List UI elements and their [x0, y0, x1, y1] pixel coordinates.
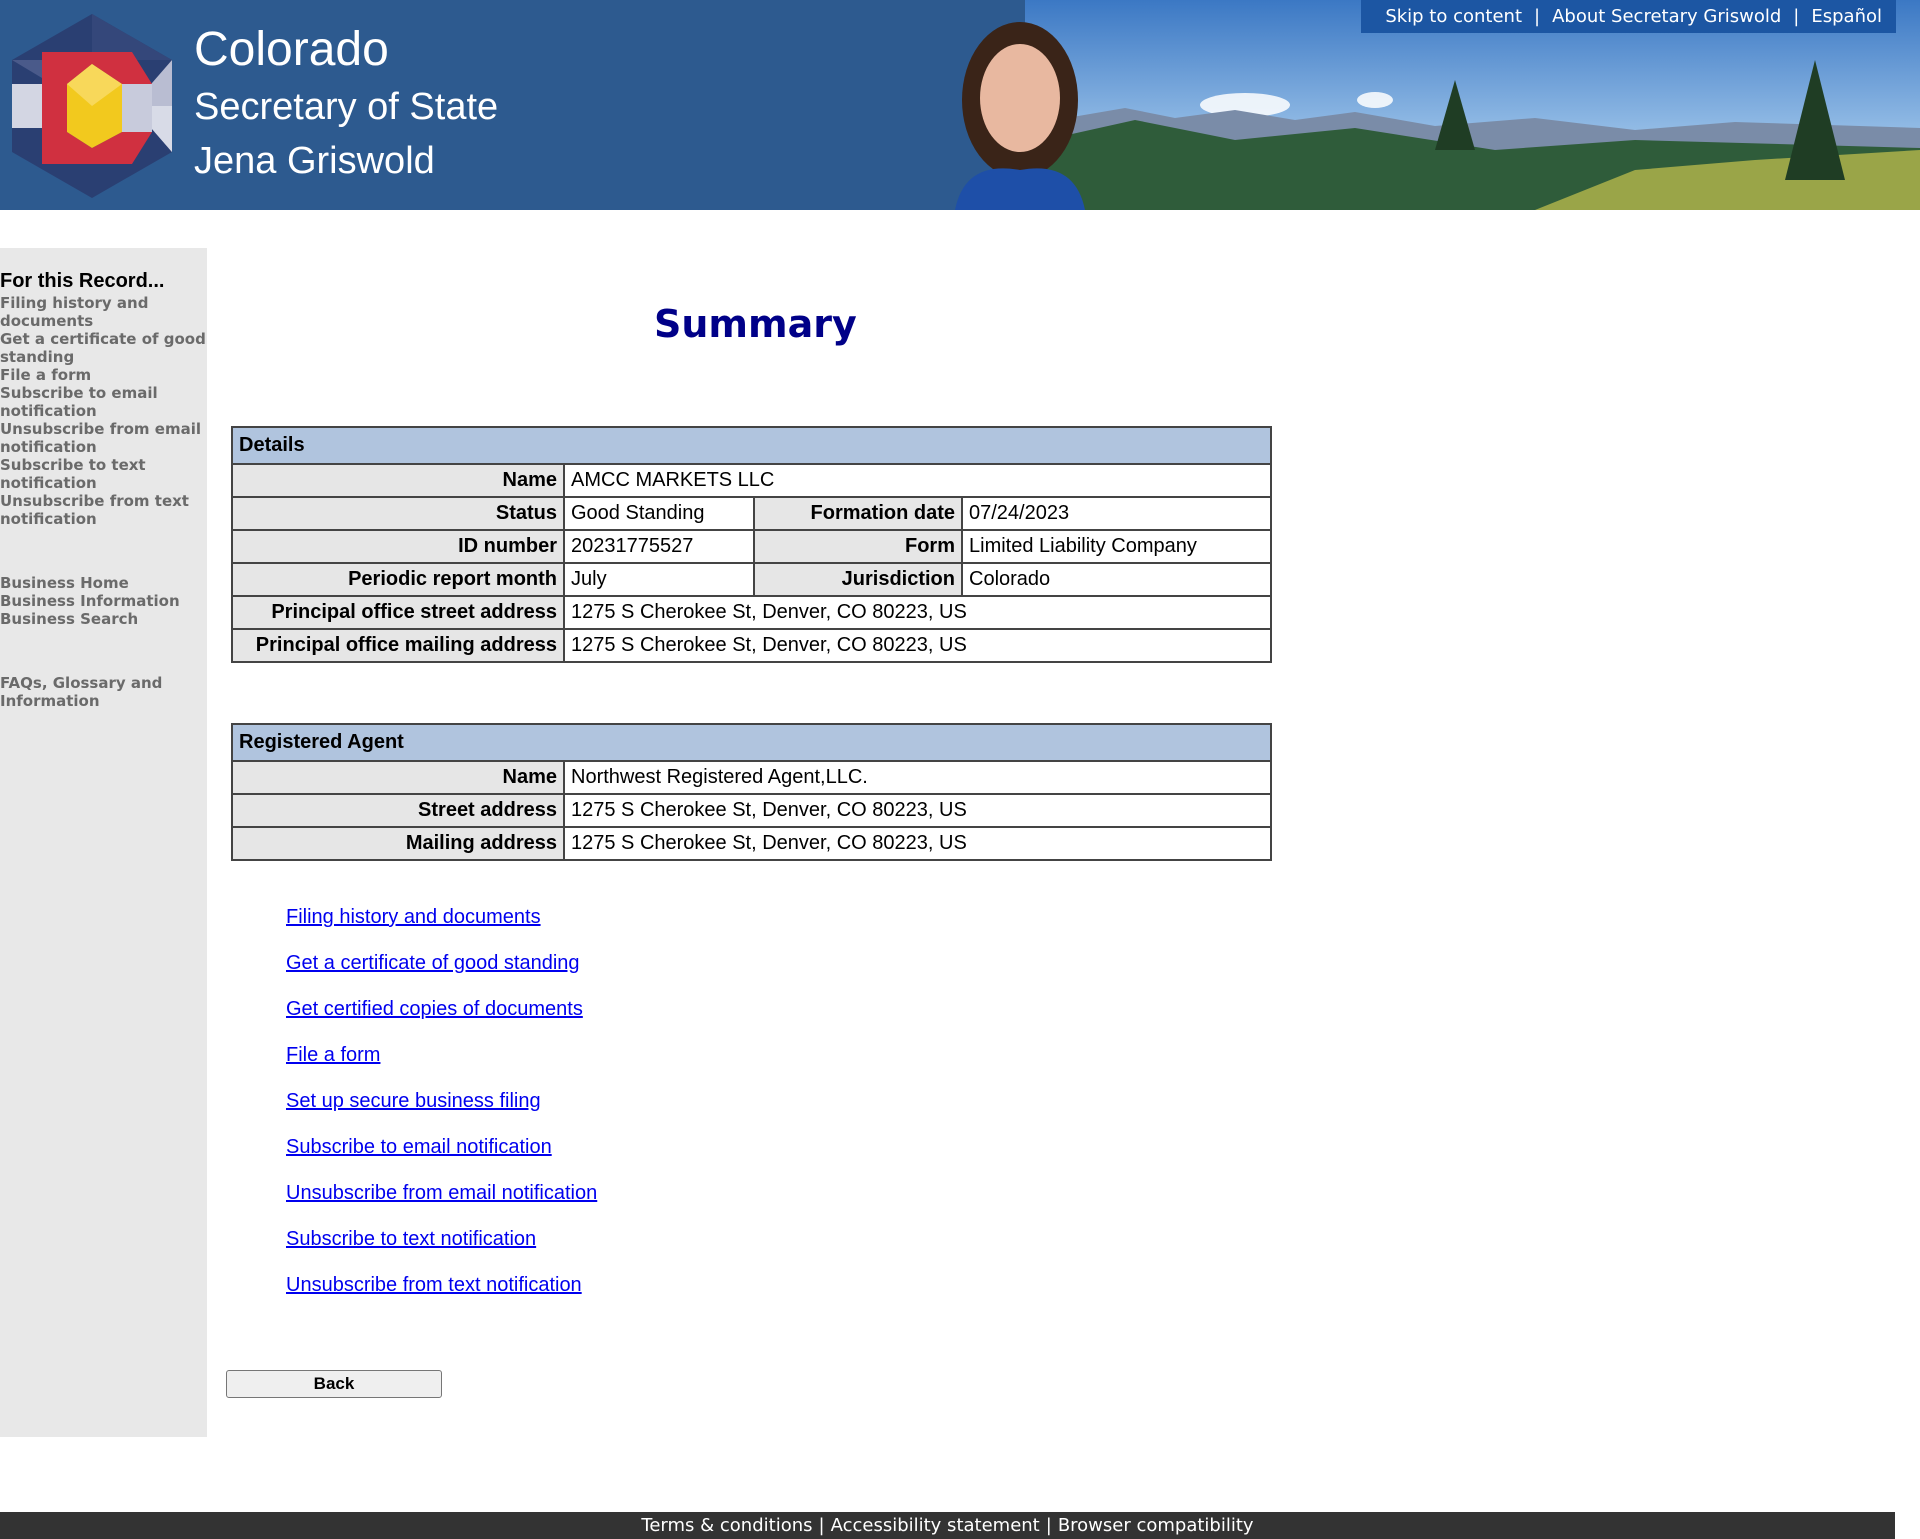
sidebar-item-unsubscribe-text[interactable]: Unsubscribe from text notification — [0, 492, 207, 528]
name-label: Name — [231, 463, 565, 498]
sidebar-item-subscribe-text[interactable]: Subscribe to text notification — [0, 456, 207, 492]
sidebar: For this Record... Filing history and do… — [0, 248, 207, 1437]
sidebar-item-business-information[interactable]: Business Information — [0, 592, 207, 610]
subscribe-text-link[interactable]: Subscribe to text notification — [286, 1227, 597, 1273]
registered-agent-heading: Registered Agent — [231, 723, 1272, 762]
table-row: Principal office street address 1275 S C… — [231, 595, 1272, 630]
separator: | — [1793, 6, 1800, 27]
table-row: Periodic report month July Jurisdiction … — [231, 562, 1272, 597]
periodic-report-month-label: Periodic report month — [231, 562, 565, 597]
table-row: Name AMCC MARKETS LLC — [231, 463, 1272, 498]
about-secretary-link[interactable]: About Secretary Griswold — [1552, 6, 1781, 27]
brand-secretary-name: Jena Griswold — [194, 140, 435, 182]
colorado-logo-icon — [12, 14, 172, 198]
agent-mailing-value: 1275 S Cherokee St, Denver, CO 80223, US — [563, 826, 1272, 861]
agent-mailing-label: Mailing address — [231, 826, 565, 861]
file-form-link[interactable]: File a form — [286, 1043, 597, 1089]
browser-compatibility-link[interactable]: Browser compatibility — [1058, 1515, 1254, 1536]
skip-to-content-link[interactable]: Skip to content — [1385, 6, 1522, 27]
agent-street-value: 1275 S Cherokee St, Denver, CO 80223, US — [563, 793, 1272, 828]
separator: | — [1534, 6, 1541, 27]
table-row: Mailing address 1275 S Cherokee St, Denv… — [231, 826, 1272, 861]
jurisdiction-label: Jurisdiction — [753, 562, 963, 597]
sidebar-record-links: Filing history and documents Get a certi… — [0, 294, 207, 528]
table-row: ID number 20231775527 Form Limited Liabi… — [231, 529, 1272, 564]
principal-street-label: Principal office street address — [231, 595, 565, 630]
record-actions-list: Filing history and documents Get a certi… — [286, 905, 597, 1319]
filing-history-link[interactable]: Filing history and documents — [286, 905, 597, 951]
espanol-link[interactable]: Español — [1811, 6, 1882, 27]
sidebar-item-certificate-good-standing[interactable]: Get a certificate of good standing — [0, 330, 207, 366]
table-row: Street address 1275 S Cherokee St, Denve… — [231, 793, 1272, 828]
periodic-report-month-value: July — [563, 562, 755, 597]
certificate-good-standing-link[interactable]: Get a certificate of good standing — [286, 951, 597, 997]
agent-name-value: Northwest Registered Agent,LLC. — [563, 760, 1272, 795]
separator: | — [1045, 1515, 1052, 1536]
subscribe-email-link[interactable]: Subscribe to email notification — [286, 1135, 597, 1181]
status-label: Status — [231, 496, 565, 531]
agent-street-label: Street address — [231, 793, 565, 828]
site-footer: Terms & conditions | Accessibility state… — [0, 1512, 1895, 1539]
sidebar-business-links: Business Home Business Information Busin… — [0, 574, 207, 628]
registered-agent-table: Registered Agent Name Northwest Register… — [231, 723, 1272, 861]
certified-copies-link[interactable]: Get certified copies of documents — [286, 997, 597, 1043]
principal-mailing-value: 1275 S Cherokee St, Denver, CO 80223, US — [563, 628, 1272, 663]
table-row: Name Northwest Registered Agent,LLC. — [231, 760, 1272, 795]
unsubscribe-text-link[interactable]: Unsubscribe from text notification — [286, 1273, 597, 1319]
principal-mailing-label: Principal office mailing address — [231, 628, 565, 663]
utility-nav: Skip to content | About Secretary Griswo… — [1361, 0, 1896, 33]
sidebar-info-links: FAQs, Glossary and Information — [0, 674, 207, 710]
table-row: Status Good Standing Formation date 07/2… — [231, 496, 1272, 531]
form-value: Limited Liability Company — [961, 529, 1272, 564]
form-label: Form — [753, 529, 963, 564]
sidebar-heading: For this Record... — [0, 270, 165, 292]
brand-secretary-of-state: Secretary of State — [194, 86, 499, 128]
details-table: Details Name AMCC MARKETS LLC Status Goo… — [231, 426, 1272, 663]
formation-date-value: 07/24/2023 — [961, 496, 1272, 531]
terms-link[interactable]: Terms & conditions — [641, 1515, 812, 1536]
formation-date-label: Formation date — [753, 496, 963, 531]
table-row: Principal office mailing address 1275 S … — [231, 628, 1272, 663]
sidebar-item-subscribe-email[interactable]: Subscribe to email notification — [0, 384, 207, 420]
sidebar-item-business-search[interactable]: Business Search — [0, 610, 207, 628]
sidebar-item-business-home[interactable]: Business Home — [0, 574, 207, 592]
details-heading: Details — [231, 426, 1272, 465]
back-button[interactable]: Back — [226, 1370, 442, 1398]
table-header-row: Details — [231, 426, 1272, 465]
agent-name-label: Name — [231, 760, 565, 795]
site-header: Colorado Secretary of State Jena Griswol… — [0, 0, 1920, 210]
sidebar-item-filing-history[interactable]: Filing history and documents — [0, 294, 207, 330]
sidebar-item-unsubscribe-email[interactable]: Unsubscribe from email notification — [0, 420, 207, 456]
entity-name-value: AMCC MARKETS LLC — [563, 463, 1272, 498]
id-number-value: 20231775527 — [563, 529, 755, 564]
secure-business-filing-link[interactable]: Set up secure business filing — [286, 1089, 597, 1135]
page-title: Summary — [654, 302, 857, 346]
brand-colorado: Colorado — [194, 23, 389, 76]
table-header-row: Registered Agent — [231, 723, 1272, 762]
sidebar-item-file-form[interactable]: File a form — [0, 366, 207, 384]
unsubscribe-email-link[interactable]: Unsubscribe from email notification — [286, 1181, 597, 1227]
accessibility-link[interactable]: Accessibility statement — [831, 1515, 1040, 1536]
jurisdiction-value: Colorado — [961, 562, 1272, 597]
sidebar-item-faqs[interactable]: FAQs, Glossary and Information — [0, 674, 207, 710]
separator: | — [818, 1515, 825, 1536]
principal-street-value: 1275 S Cherokee St, Denver, CO 80223, US — [563, 595, 1272, 630]
id-number-label: ID number — [231, 529, 565, 564]
status-value: Good Standing — [563, 496, 755, 531]
